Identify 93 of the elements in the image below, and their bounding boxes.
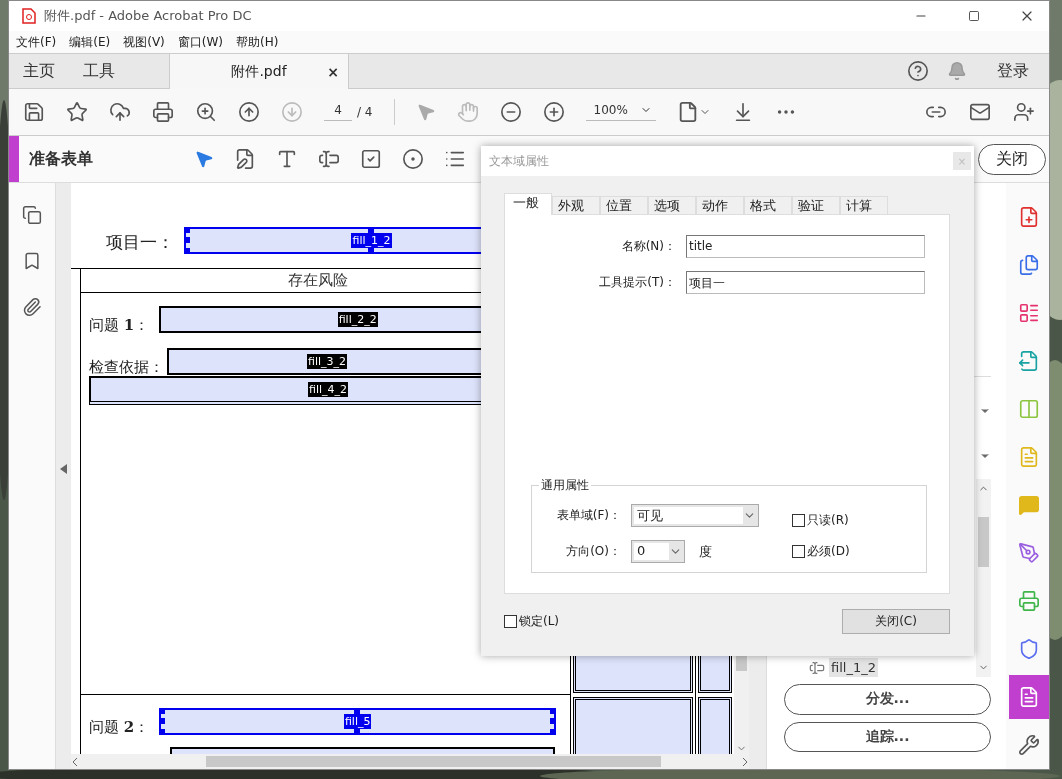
- mail-icon[interactable]: [969, 101, 991, 123]
- pointer-icon[interactable]: [194, 149, 214, 169]
- question-label: 检查依据：: [89, 358, 164, 377]
- name-field[interactable]: title: [686, 235, 925, 258]
- close-form-button[interactable]: 关闭: [978, 143, 1046, 175]
- form-bar-title: 准备表单: [29, 148, 94, 170]
- tab-label: 附件.pdf: [231, 62, 287, 81]
- checkbox-label: 只读(R): [807, 512, 849, 529]
- zoom-in-icon[interactable]: [542, 101, 565, 123]
- window-title: 附件.pdf - Adobe Acrobat Pro DC: [44, 7, 253, 25]
- checkbox[interactable]: [792, 545, 805, 558]
- section-header: 存在风险: [287, 271, 348, 290]
- dialog-tab[interactable]: 一般: [504, 193, 552, 215]
- checkbox-label: 必须(D): [807, 543, 850, 560]
- form-field[interactable]: fill_5: [159, 708, 557, 735]
- menu-item[interactable]: 文件(F): [16, 33, 57, 51]
- selection-handle[interactable]: [353, 708, 360, 714]
- search-icon[interactable]: [195, 101, 217, 123]
- text-icon[interactable]: [276, 148, 298, 170]
- menu-item[interactable]: 帮助(H): [236, 33, 279, 51]
- save-icon[interactable]: [23, 101, 45, 123]
- dialog-tab[interactable]: 选项: [648, 196, 696, 215]
- maximize-icon[interactable]: [967, 10, 980, 22]
- field-name: fill_5: [343, 714, 372, 729]
- selection-handle[interactable]: [353, 729, 360, 735]
- direction-select[interactable]: 0: [631, 540, 685, 563]
- bookmark-icon[interactable]: [22, 251, 42, 271]
- scroll-thumb[interactable]: [206, 756, 661, 767]
- dialog-title: 文本域属性: [489, 152, 549, 170]
- field-name: fill_2_2: [337, 312, 378, 327]
- list-scrollbar[interactable]: [976, 479, 991, 678]
- form-field-select[interactable]: 可见: [631, 504, 759, 527]
- dialog-close-button[interactable]: 关闭(C): [842, 609, 950, 634]
- accent-strip: [9, 136, 19, 182]
- pdf-icon: [22, 8, 36, 24]
- dialog-tab[interactable]: 计算: [840, 196, 888, 215]
- field-name: fill_3_2: [306, 354, 347, 369]
- panel-button[interactable]: 追踪...: [784, 721, 991, 752]
- dialog-tab[interactable]: 外观: [552, 196, 600, 215]
- document-icon[interactable]: [1009, 675, 1049, 719]
- zoom-select[interactable]: 100%: [585, 103, 656, 121]
- horizontal-scrollbar[interactable]: [71, 754, 749, 769]
- selection-handle[interactable]: [367, 227, 374, 233]
- selection-handle[interactable]: [367, 248, 374, 254]
- document-tab[interactable]: 附件.pdf ×: [169, 54, 349, 89]
- edit-form-icon[interactable]: [234, 148, 256, 170]
- radio-icon[interactable]: [402, 148, 424, 170]
- panel-button[interactable]: 分发...: [784, 684, 991, 715]
- project-label: 项目一：: [106, 231, 174, 254]
- unit-label: 度: [699, 542, 712, 561]
- dialog-tab[interactable]: 动作: [696, 196, 744, 215]
- menu-item[interactable]: 视图(V): [123, 33, 165, 51]
- page-number-field[interactable]: 4: [324, 103, 352, 121]
- user-plus-icon[interactable]: [1013, 101, 1035, 123]
- question-label: 问题 1：: [89, 316, 150, 335]
- field-name: fill_1_2: [351, 233, 392, 248]
- text-field-icon[interactable]: [318, 148, 340, 170]
- scroll-thumb[interactable]: [978, 517, 989, 567]
- field-name: fill_4_2: [307, 382, 348, 397]
- checkbox-label: 锁定(L): [519, 613, 560, 630]
- direction-label: 方向(O)：: [565, 543, 622, 560]
- question-label: 问题 2：: [89, 718, 150, 737]
- name-label: 名称(N)：: [620, 238, 677, 255]
- page-total: / 4: [357, 105, 373, 119]
- dialog-tab[interactable]: 格式: [744, 196, 792, 215]
- group-title: 通用属性: [539, 477, 591, 494]
- dialog-tab[interactable]: 验证: [792, 196, 840, 215]
- menu-item[interactable]: 编辑(E): [69, 33, 111, 51]
- printer-icon[interactable]: [152, 101, 174, 123]
- scroll-right-icon[interactable]: [741, 756, 749, 767]
- zoom-out-icon[interactable]: [499, 101, 522, 123]
- form-field-label: 表单域(F)：: [555, 507, 622, 524]
- tab-close[interactable]: ×: [327, 63, 339, 80]
- nav-tab[interactable]: 主页: [9, 54, 69, 88]
- tooltip-field[interactable]: 项目一: [686, 271, 925, 294]
- arrow-up-icon[interactable]: [238, 101, 260, 123]
- text-field-icon: [809, 659, 825, 676]
- nav-tab[interactable]: 工具: [69, 54, 129, 88]
- checkbox[interactable]: [504, 615, 517, 628]
- checkbox[interactable]: [792, 514, 805, 527]
- pages-icon[interactable]: [22, 205, 42, 225]
- sign-in-link[interactable]: 登录: [997, 60, 1029, 82]
- scroll-left-icon[interactable]: [71, 756, 79, 767]
- star-icon[interactable]: [66, 101, 88, 123]
- tooltip-label: 工具提示(T)：: [598, 274, 677, 291]
- dialog-tab[interactable]: 位置: [600, 196, 648, 215]
- menu-item[interactable]: 窗口(W): [177, 33, 224, 51]
- checkbox-icon[interactable]: [360, 148, 382, 170]
- field-list-item[interactable]: fill_1_2: [829, 658, 878, 678]
- paperclip-icon[interactable]: [22, 297, 42, 317]
- cloud-upload-icon[interactable]: [109, 101, 131, 123]
- help-icon[interactable]: [907, 60, 929, 82]
- collapse-arrow-icon[interactable]: [60, 463, 67, 474]
